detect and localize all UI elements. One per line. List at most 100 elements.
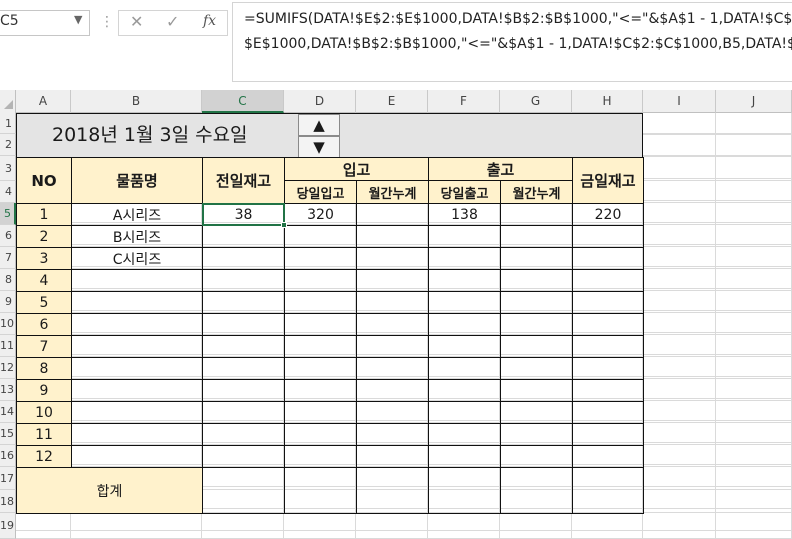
row-today-stock[interactable]: 220 bbox=[572, 203, 644, 226]
row-inbound-monthly[interactable] bbox=[356, 313, 429, 336]
row-header[interactable]: 13 bbox=[0, 379, 16, 401]
row-outbound-today[interactable] bbox=[428, 379, 501, 402]
row-inbound-monthly[interactable] bbox=[356, 423, 429, 446]
row-today-stock[interactable] bbox=[572, 269, 644, 292]
row-outbound-monthly[interactable] bbox=[500, 379, 573, 402]
total-today-stock[interactable] bbox=[572, 467, 644, 514]
row-outbound-monthly[interactable] bbox=[500, 269, 573, 292]
row-header[interactable]: 1 bbox=[0, 113, 16, 134]
row-inbound-today[interactable] bbox=[284, 247, 357, 270]
row-header[interactable]: 16 bbox=[0, 445, 16, 467]
row-inbound-today[interactable] bbox=[284, 291, 357, 314]
row-prev-stock[interactable] bbox=[202, 313, 285, 336]
row-no[interactable]: 3 bbox=[16, 247, 72, 270]
row-header[interactable]: 19 bbox=[0, 513, 16, 539]
row-outbound-today[interactable] bbox=[428, 445, 501, 468]
column-header[interactable]: F bbox=[428, 90, 500, 113]
row-header[interactable]: 17 bbox=[0, 467, 16, 490]
column-header[interactable]: G bbox=[500, 90, 572, 113]
row-prev-stock[interactable] bbox=[202, 225, 285, 248]
row-prev-stock[interactable] bbox=[202, 291, 285, 314]
row-prev-stock[interactable] bbox=[202, 357, 285, 380]
column-header[interactable]: D bbox=[284, 90, 356, 113]
row-outbound-monthly[interactable] bbox=[500, 203, 573, 226]
row-today-stock[interactable] bbox=[572, 445, 644, 468]
row-header[interactable]: 7 bbox=[0, 247, 16, 269]
column-header[interactable]: A bbox=[16, 90, 71, 113]
row-outbound-monthly[interactable] bbox=[500, 357, 573, 380]
row-today-stock[interactable] bbox=[572, 379, 644, 402]
row-item-name[interactable] bbox=[71, 313, 203, 336]
row-no[interactable]: 8 bbox=[16, 357, 72, 380]
row-header[interactable]: 18 bbox=[0, 490, 16, 513]
row-today-stock[interactable] bbox=[572, 225, 644, 248]
row-outbound-today[interactable] bbox=[428, 423, 501, 446]
row-item-name[interactable] bbox=[71, 423, 203, 446]
row-inbound-today[interactable]: 320 bbox=[284, 203, 357, 226]
close-icon[interactable]: ✕ bbox=[130, 12, 143, 31]
row-header[interactable]: 12 bbox=[0, 357, 16, 379]
row-outbound-today[interactable] bbox=[428, 247, 501, 270]
row-prev-stock[interactable] bbox=[202, 247, 285, 270]
row-item-name[interactable] bbox=[71, 401, 203, 424]
chevron-down-icon[interactable]: ▼ bbox=[74, 13, 82, 26]
row-inbound-monthly[interactable] bbox=[356, 445, 429, 468]
row-inbound-today[interactable] bbox=[284, 313, 357, 336]
row-inbound-monthly[interactable] bbox=[356, 203, 429, 226]
row-outbound-monthly[interactable] bbox=[500, 247, 573, 270]
row-inbound-monthly[interactable] bbox=[356, 379, 429, 402]
row-item-name[interactable] bbox=[71, 379, 203, 402]
row-no[interactable]: 10 bbox=[16, 401, 72, 424]
column-header[interactable]: H bbox=[572, 90, 643, 113]
insert-function-icon[interactable]: fx bbox=[203, 13, 216, 29]
row-today-stock[interactable] bbox=[572, 247, 644, 270]
row-no[interactable]: 1 bbox=[16, 203, 72, 226]
row-header[interactable]: 2 bbox=[0, 134, 16, 156]
row-header[interactable]: 10 bbox=[0, 313, 16, 335]
row-inbound-today[interactable] bbox=[284, 335, 357, 358]
row-prev-stock[interactable] bbox=[202, 423, 285, 446]
row-prev-stock[interactable] bbox=[202, 335, 285, 358]
row-today-stock[interactable] bbox=[572, 423, 644, 446]
row-item-name[interactable] bbox=[71, 269, 203, 292]
column-header[interactable]: B bbox=[71, 90, 202, 113]
row-no[interactable]: 9 bbox=[16, 379, 72, 402]
row-outbound-today[interactable]: 138 bbox=[428, 203, 501, 226]
row-no[interactable]: 4 bbox=[16, 269, 72, 292]
row-prev-stock[interactable] bbox=[202, 379, 285, 402]
row-no[interactable]: 2 bbox=[16, 225, 72, 248]
row-prev-stock[interactable] bbox=[202, 445, 285, 468]
row-no[interactable]: 5 bbox=[16, 291, 72, 314]
row-outbound-monthly[interactable] bbox=[500, 445, 573, 468]
row-item-name[interactable] bbox=[71, 291, 203, 314]
fill-handle[interactable] bbox=[281, 222, 287, 228]
row-inbound-monthly[interactable] bbox=[356, 269, 429, 292]
row-header[interactable]: 6 bbox=[0, 225, 16, 247]
row-no[interactable]: 7 bbox=[16, 335, 72, 358]
row-inbound-monthly[interactable] bbox=[356, 335, 429, 358]
row-inbound-monthly[interactable] bbox=[356, 225, 429, 248]
row-today-stock[interactable] bbox=[572, 401, 644, 424]
row-today-stock[interactable] bbox=[572, 291, 644, 314]
column-header[interactable]: I bbox=[643, 90, 716, 113]
row-header[interactable]: 9 bbox=[0, 291, 16, 313]
column-header[interactable]: C bbox=[202, 90, 284, 113]
row-header[interactable]: 15 bbox=[0, 423, 16, 445]
row-item-name[interactable]: B시리즈 bbox=[71, 225, 203, 248]
row-today-stock[interactable] bbox=[572, 313, 644, 336]
row-outbound-today[interactable] bbox=[428, 335, 501, 358]
row-outbound-monthly[interactable] bbox=[500, 313, 573, 336]
row-outbound-today[interactable] bbox=[428, 401, 501, 424]
row-no[interactable]: 12 bbox=[16, 445, 72, 468]
total-inbound-monthly[interactable] bbox=[356, 467, 429, 514]
row-header[interactable]: 8 bbox=[0, 269, 16, 291]
row-today-stock[interactable] bbox=[572, 357, 644, 380]
row-header[interactable]: 4 bbox=[0, 181, 16, 203]
row-outbound-today[interactable] bbox=[428, 313, 501, 336]
row-item-name[interactable]: A시리즈 bbox=[71, 203, 203, 226]
row-today-stock[interactable] bbox=[572, 335, 644, 358]
row-inbound-today[interactable] bbox=[284, 357, 357, 380]
row-outbound-today[interactable] bbox=[428, 291, 501, 314]
row-prev-stock[interactable] bbox=[202, 269, 285, 292]
row-item-name[interactable] bbox=[71, 445, 203, 468]
